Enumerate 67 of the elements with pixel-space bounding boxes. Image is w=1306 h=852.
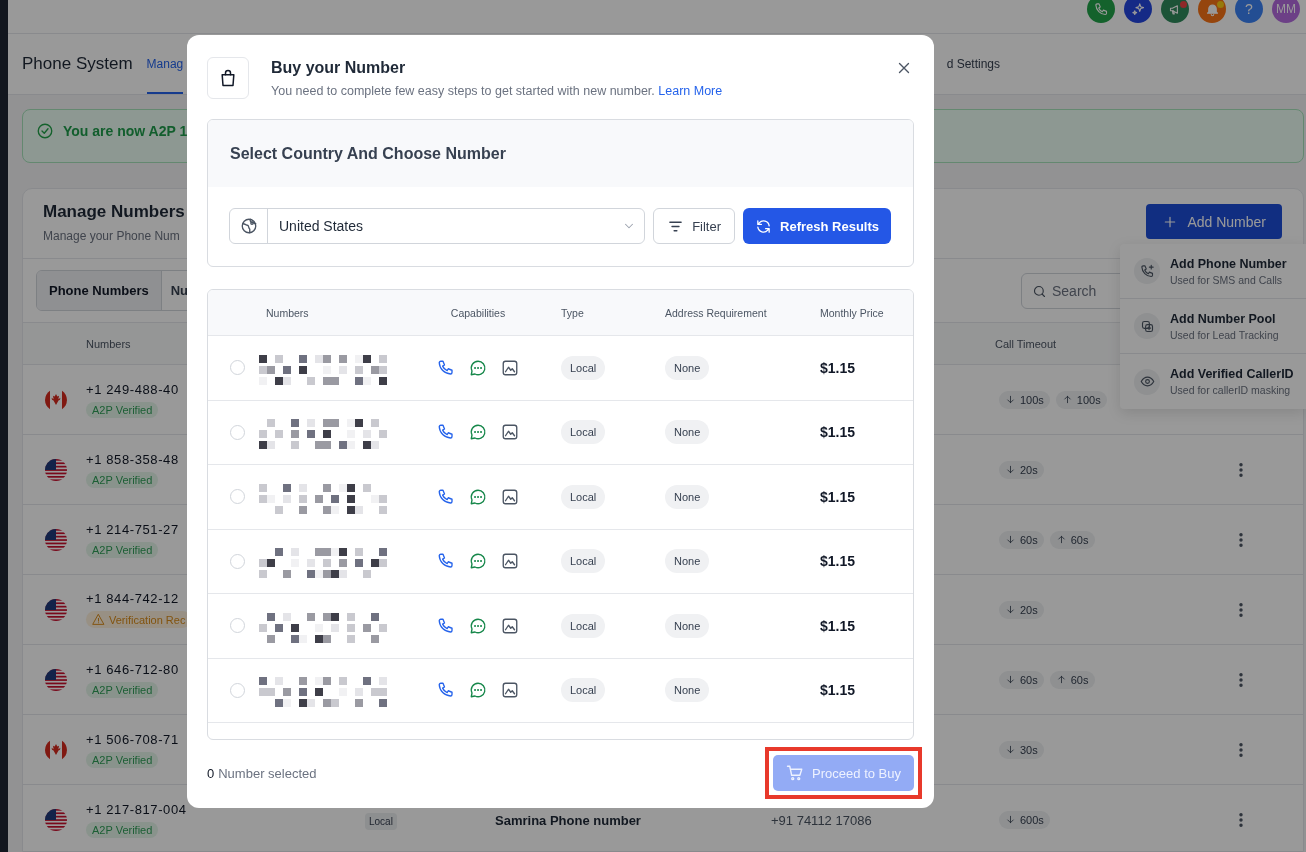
status-badge: A2P Verified xyxy=(86,541,159,558)
timeout-chip: 60s xyxy=(1049,530,1095,549)
timeout-chip: 20s xyxy=(999,460,1044,479)
phone-number: +1 506-708-71 xyxy=(86,731,179,747)
timeout-chip: 100s xyxy=(1055,390,1107,409)
column-header: Capabilities xyxy=(449,306,507,319)
column-header: Type xyxy=(560,306,585,319)
price-text: $1.15 xyxy=(820,553,856,570)
type-tag: Local xyxy=(561,613,606,638)
type-tag: Local xyxy=(561,355,606,380)
column-header: Numbers xyxy=(86,337,132,350)
address-tag: None xyxy=(665,549,710,574)
phone-number: +1 646-712-80 xyxy=(86,661,179,677)
price-text: $1.15 xyxy=(820,682,856,699)
address-tag: None xyxy=(665,355,710,380)
number-name: Samrina Phone number xyxy=(495,812,641,828)
timeout-chip: 60s xyxy=(999,670,1044,689)
column-header: Monthly Price xyxy=(819,306,885,319)
phone-number: +1 217-817-004 xyxy=(86,801,187,817)
menu-item-subtitle: Used for Lead Tracking xyxy=(1170,328,1279,341)
menu-item-subtitle: Used for callerID masking xyxy=(1170,384,1292,396)
phone-number: +1 249-488-40 xyxy=(86,381,179,397)
selected-count: 0 xyxy=(207,765,215,781)
status-badge: A2P Verified xyxy=(86,751,159,768)
menu-item-subtitle: Used for SMS and Calls xyxy=(1170,273,1284,286)
badge-text: Verification Rec xyxy=(109,613,186,626)
panel-title: Select Country And Choose Number xyxy=(208,120,913,187)
phone-number: +1 214-751-27 xyxy=(86,521,179,537)
selected-label: Number selected xyxy=(218,765,317,781)
dialog-subtitle: You need to complete few easy steps to get started with new number. Learn More xyxy=(271,84,724,98)
forward-number: +91 74112 17086 xyxy=(771,812,872,828)
price-text: $1.15 xyxy=(820,359,856,376)
type-tag: Local xyxy=(561,678,606,703)
column-header: Call Timeout xyxy=(995,337,1058,350)
timeout-chip: 100s xyxy=(999,390,1050,409)
timeout-chip: 20s xyxy=(999,600,1044,619)
status-badge: A2P Verified xyxy=(86,821,159,838)
timeout-chip: 60s xyxy=(999,530,1044,549)
price-text: $1.15 xyxy=(820,488,856,505)
price-text: $1.15 xyxy=(820,617,856,634)
address-tag: None xyxy=(665,420,710,445)
type-tag: Local xyxy=(561,420,606,445)
address-tag: None xyxy=(665,678,710,703)
card-title: Manage Numbers xyxy=(43,202,185,222)
phone-number: +1 858-358-48 xyxy=(86,451,179,467)
type-tag: Local xyxy=(561,549,606,574)
address-tag: None xyxy=(665,484,710,509)
menu-item-title: Add Phone Number xyxy=(1170,256,1287,271)
phone-number: +1 844-742-12 xyxy=(86,591,179,606)
menu-item-title: Add Verified CallerID xyxy=(1170,367,1294,381)
column-header: Address Requirement xyxy=(664,306,768,319)
card-subtitle: Manage your Phone Num xyxy=(43,229,181,243)
type-tag: Local xyxy=(365,812,397,830)
timeout-chip: 600s xyxy=(999,810,1050,829)
banner-text: You are now A2P 1 xyxy=(63,122,188,140)
status-badge: A2P Verified xyxy=(86,471,159,488)
address-tag: None xyxy=(665,613,710,638)
type-tag: Local xyxy=(561,484,606,509)
dialog-title: Buy your Number xyxy=(271,59,407,77)
status-badge: A2P Verified xyxy=(86,401,159,418)
column-header: Numbers xyxy=(265,306,310,319)
timeout-chip: 30s xyxy=(999,740,1044,759)
timeout-chip: 60s xyxy=(1049,670,1095,689)
price-text: $1.15 xyxy=(820,424,856,441)
page-title: Phone System xyxy=(22,54,133,74)
status-badge: A2P Verified xyxy=(86,681,159,698)
menu-item-title: Add Number Pool xyxy=(1170,311,1277,326)
